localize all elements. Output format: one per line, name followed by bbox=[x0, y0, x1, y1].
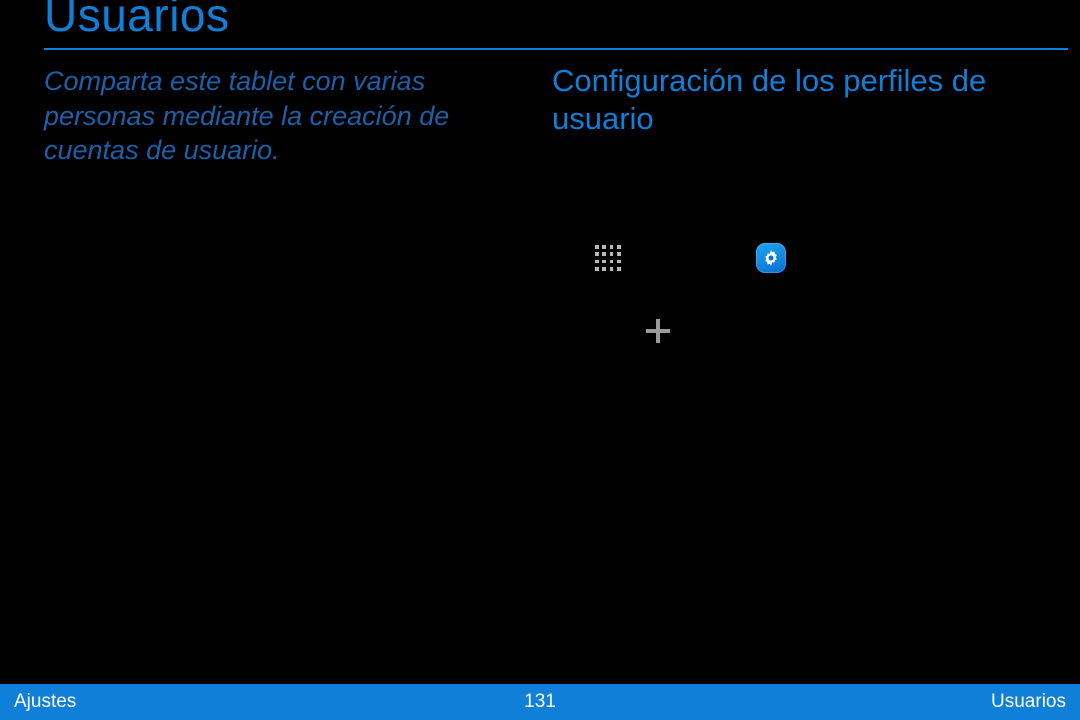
section-heading-user-profiles: Configuración de los perfiles de usuario bbox=[552, 62, 1012, 138]
plus-icon bbox=[643, 316, 673, 346]
footer-bar: Ajustes 131 Usuarios bbox=[0, 684, 1080, 720]
manual-page: Usuarios Comparta este tablet con varias… bbox=[0, 0, 1080, 720]
settings-gear-icon bbox=[756, 243, 786, 273]
footer-right: Usuarios bbox=[991, 691, 1066, 713]
footer-page-number: 131 bbox=[0, 691, 1080, 713]
page-title: Usuarios bbox=[44, 0, 230, 42]
apps-grid-icon bbox=[595, 245, 621, 271]
title-rule bbox=[44, 48, 1068, 50]
footer-left: Ajustes bbox=[14, 691, 76, 713]
intro-paragraph: Comparta este tablet con varias personas… bbox=[44, 64, 514, 168]
